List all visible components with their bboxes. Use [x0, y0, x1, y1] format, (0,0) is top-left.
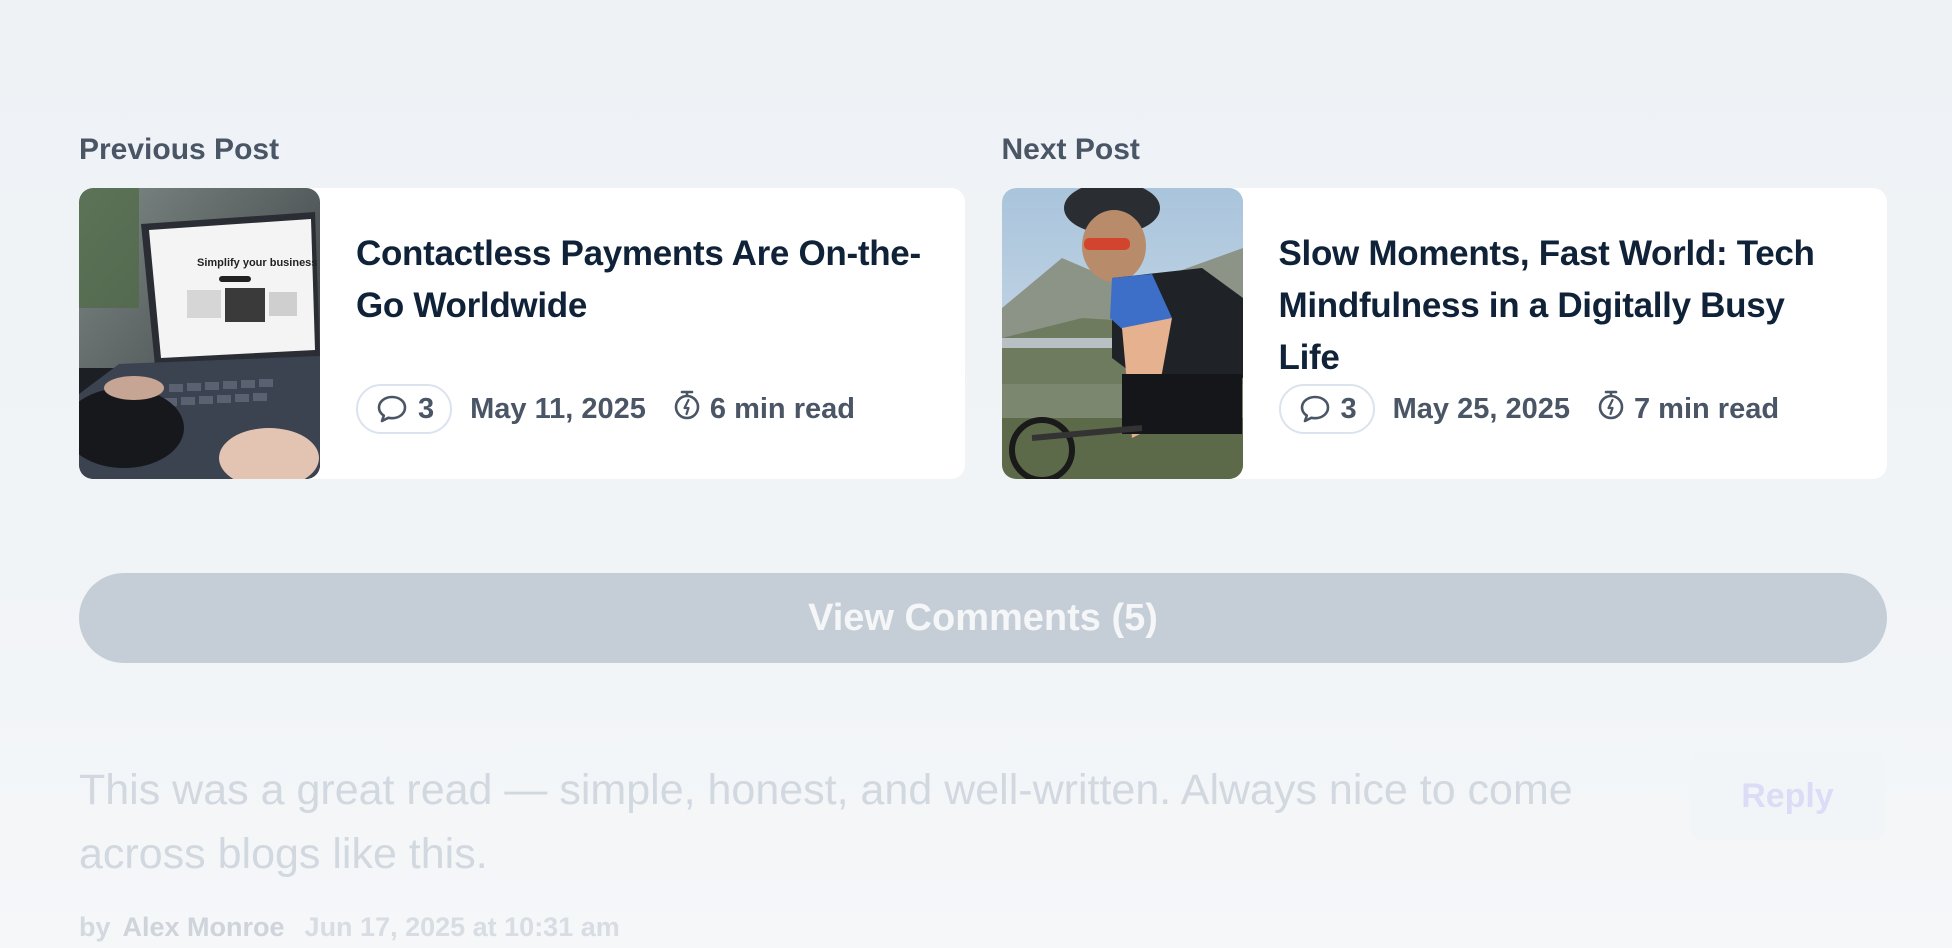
laptop-photo: Simplify your business	[79, 188, 320, 479]
next-post-body: Slow Moments, Fast World: Tech Mindfulne…	[1243, 188, 1888, 479]
next-post-meta: 3 May 25, 2025 7 min read	[1278, 384, 1852, 434]
previous-post-comment-count: 3	[418, 392, 435, 425]
reply-button[interactable]: Reply	[1690, 752, 1885, 840]
comment-bubble-icon	[1299, 394, 1331, 424]
next-post-thumbnail[interactable]	[1001, 188, 1243, 479]
view-comments-button[interactable]: View Comments (5)	[79, 573, 1887, 663]
next-post-comments[interactable]: 3	[1278, 384, 1375, 434]
previous-post-title[interactable]: Contactless Payments Are On-the-Go World…	[356, 228, 929, 332]
comment-timestamp: Jun 17, 2025 at 10:31 am	[304, 912, 620, 942]
stopwatch-icon	[1596, 389, 1626, 429]
previous-post-date: May 11, 2025	[470, 392, 646, 425]
stopwatch-icon	[672, 389, 702, 429]
screen-text: Simplify your business	[197, 257, 317, 269]
previous-post-read-time: 6 min read	[672, 389, 855, 429]
next-post: Next Post Slow Moments, Fast World: Tech…	[1001, 130, 1888, 479]
post-navigation: Previous Post Simplify your business Con…	[79, 130, 1887, 479]
comment-by: by	[79, 912, 111, 942]
previous-post-body: Contactless Payments Are On-the-Go World…	[320, 188, 965, 479]
next-post-heading: Next Post	[1001, 133, 1140, 166]
previous-post-heading: Previous Post	[79, 133, 280, 166]
next-post-title[interactable]: Slow Moments, Fast World: Tech Mindfulne…	[1279, 228, 1852, 377]
previous-post-read-time-label: 6 min read	[709, 392, 855, 425]
comment-bubble-icon	[376, 394, 408, 424]
previous-post: Previous Post Simplify your business Con…	[79, 130, 965, 479]
cyclist-photo	[1001, 188, 1243, 479]
comment-author[interactable]: Alex Monroe	[123, 912, 285, 943]
comment-meta: by Alex Monroe Jun 17, 2025 at 10:31 am	[79, 912, 620, 943]
previous-post-card[interactable]: Simplify your business Contactless Payme…	[79, 188, 965, 479]
next-post-read-time-label: 7 min read	[1634, 392, 1780, 425]
next-post-card[interactable]: Slow Moments, Fast World: Tech Mindfulne…	[1001, 188, 1888, 479]
next-post-read-time: 7 min read	[1596, 389, 1779, 429]
previous-post-meta: 3 May 11, 2025 6 min read	[356, 384, 929, 434]
previous-post-thumbnail[interactable]: Simplify your business	[79, 188, 320, 479]
next-post-comment-count: 3	[1340, 392, 1357, 425]
page: Previous Post Simplify your business Con…	[0, 0, 1952, 948]
previous-post-comments[interactable]: 3	[356, 384, 453, 434]
next-post-date: May 25, 2025	[1392, 392, 1570, 425]
comment-text: This was a great read — simple, honest, …	[79, 766, 1573, 878]
